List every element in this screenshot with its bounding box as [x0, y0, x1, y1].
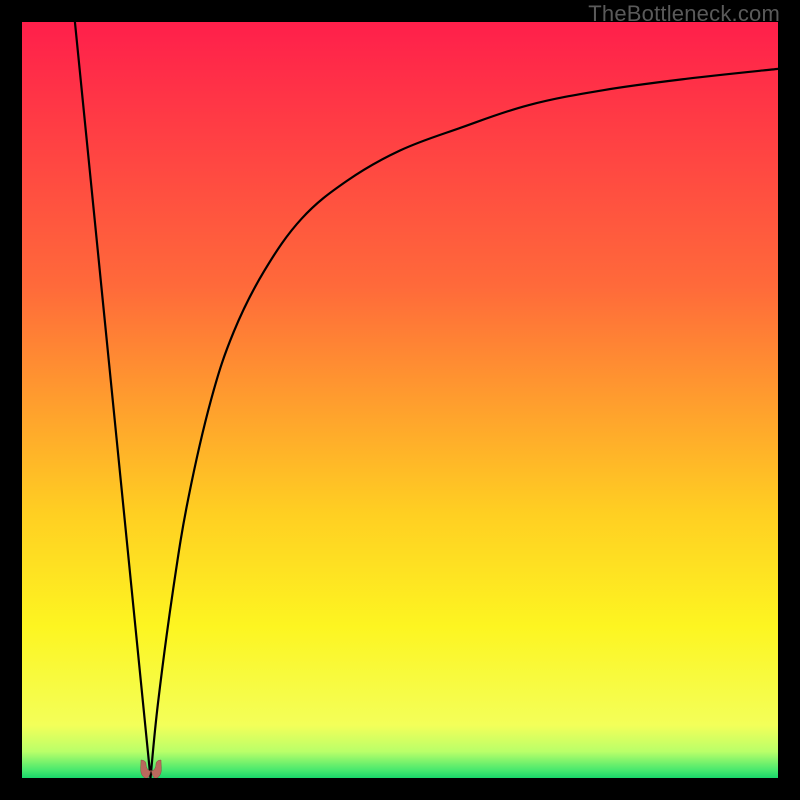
bottleneck-curve	[22, 22, 778, 778]
chart-frame: TheBottleneck.com	[0, 0, 800, 800]
plot-area	[22, 22, 778, 778]
optimum-marker-icon	[137, 758, 165, 778]
